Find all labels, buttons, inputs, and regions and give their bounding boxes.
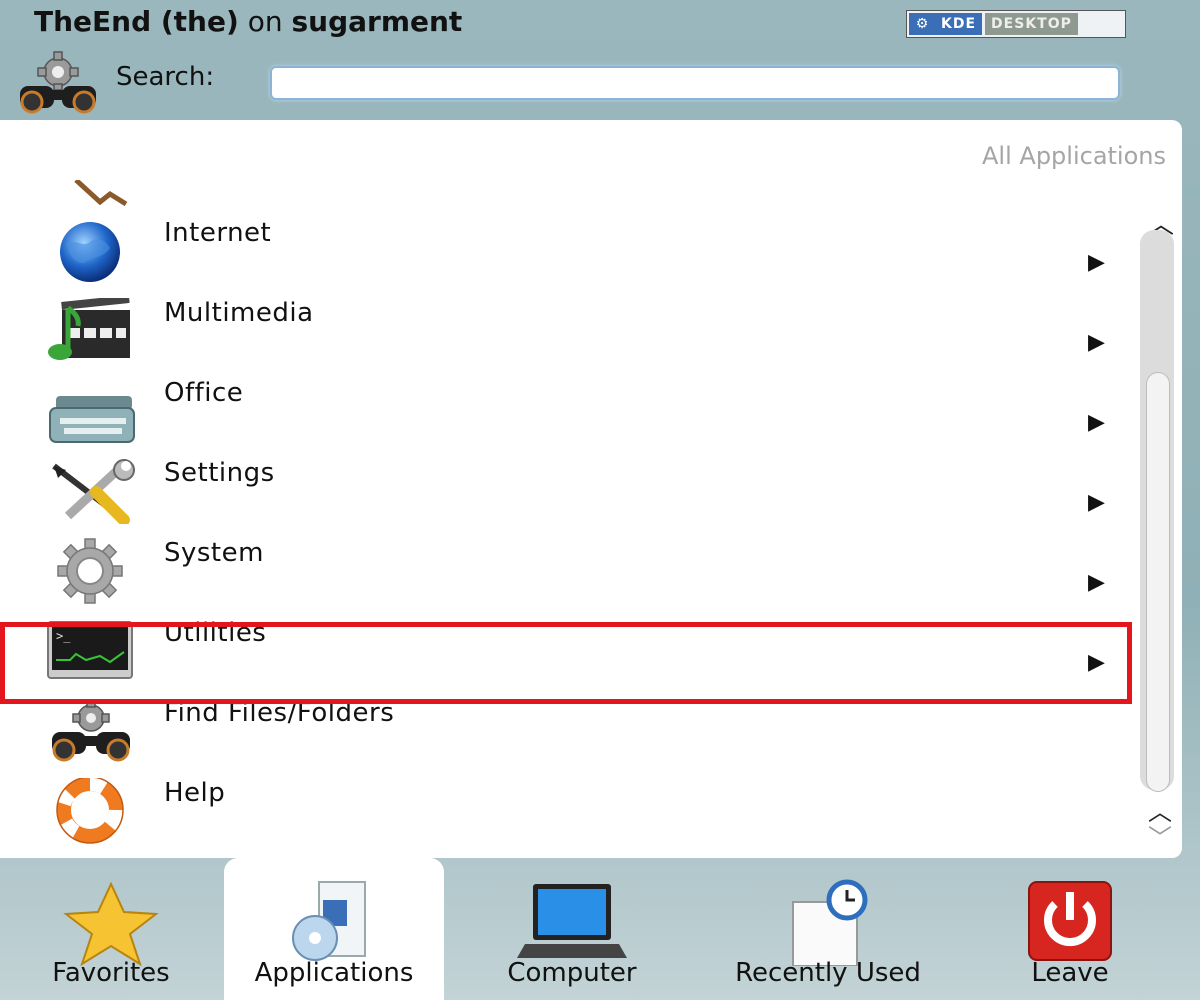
menu-item-find-files-folders[interactable]: Find Files/Folders xyxy=(0,690,1130,769)
menu-item-label: Settings xyxy=(164,458,275,488)
user-host-title: TheEnd (the) on sugarment xyxy=(34,4,462,40)
tab-label: Recently Used xyxy=(735,958,921,988)
tab-label: Applications xyxy=(254,958,414,988)
menu-item-multimedia[interactable]: Multimedia ▶ xyxy=(0,290,1130,369)
submenu-arrow-icon: ▶ xyxy=(1088,490,1105,515)
menu-item-system[interactable]: System ▶ xyxy=(0,530,1130,609)
applications-icon xyxy=(292,881,366,961)
clock-document-icon xyxy=(792,879,868,966)
laptop-icon xyxy=(517,884,627,958)
tab-computer[interactable]: Computer xyxy=(460,858,684,1000)
submenu-arrow-icon: ▶ xyxy=(1088,330,1105,355)
partial-hidden-icon xyxy=(74,180,128,207)
menu-item-label: Internet xyxy=(164,218,272,248)
launcher-tab-bar: Favorites Applications Computer Recently… xyxy=(0,858,1200,1000)
applications-panel: All Applications ︿ ︿ ﹀ Internet ▶ Multim… xyxy=(0,120,1182,858)
menu-item-settings[interactable]: Settings ▶ xyxy=(0,450,1130,529)
search-input[interactable] xyxy=(270,66,1120,100)
menu-item-label: Office xyxy=(164,378,244,408)
submenu-arrow-icon: ▶ xyxy=(1088,570,1105,595)
menu-item-label: Multimedia xyxy=(164,298,314,328)
host-name: sugarment xyxy=(291,5,463,38)
submenu-arrow-icon: ▶ xyxy=(1088,250,1105,275)
tab-applications[interactable]: Applications xyxy=(224,858,444,1000)
breadcrumb[interactable]: All Applications xyxy=(982,142,1166,170)
tab-leave[interactable]: Leave xyxy=(970,858,1170,1000)
desktop-badge-text: DESKTOP xyxy=(985,13,1078,35)
star-icon xyxy=(63,881,159,966)
kde-logo-icon: ⚙ xyxy=(909,13,935,35)
menu-item-label: Utilities xyxy=(164,618,267,648)
tab-favorites[interactable]: Favorites xyxy=(0,858,222,1000)
submenu-arrow-icon: ▶ xyxy=(1088,650,1105,675)
search-binoculars-icon xyxy=(20,51,96,114)
scrollbar-thumb[interactable] xyxy=(1146,372,1170,792)
typewriter-icon xyxy=(49,396,135,443)
menu-item-label: Help xyxy=(164,778,226,808)
power-icon xyxy=(1028,881,1112,961)
binoculars-icon xyxy=(52,699,130,762)
menu-item-internet[interactable]: Internet ▶ xyxy=(0,210,1130,289)
scroll-down-small-arrow[interactable]: ﹀ xyxy=(1148,818,1172,853)
kde-badge-text: KDE xyxy=(935,13,983,35)
menu-item-utilities[interactable]: >_ Utilities ▶ xyxy=(0,610,1130,689)
submenu-arrow-icon: ▶ xyxy=(1088,410,1105,435)
gear-icon xyxy=(57,538,123,604)
user-name: TheEnd (the) xyxy=(34,5,239,38)
kde-desktop-badge: ⚙ KDE DESKTOP xyxy=(906,10,1126,38)
launcher-header: TheEnd (the) on sugarment ⚙ KDE DESKTOP … xyxy=(0,0,1200,120)
on-text: on xyxy=(247,5,283,38)
menu-item-label: System xyxy=(164,538,264,568)
svg-text:>_: >_ xyxy=(56,629,71,643)
search-label: Search: xyxy=(116,62,215,92)
tab-recently-used[interactable]: Recently Used xyxy=(710,858,946,1000)
menu-item-office[interactable]: Office ▶ xyxy=(0,370,1130,449)
terminal-icon: >_ xyxy=(47,621,133,679)
menu-item-label: Find Files/Folders xyxy=(164,698,395,728)
tab-label: Favorites xyxy=(52,958,170,988)
multimedia-icon xyxy=(48,298,130,360)
tools-icon xyxy=(52,459,135,524)
menu-item-help[interactable]: Help xyxy=(0,770,1130,849)
lifebuoy-icon xyxy=(56,778,124,844)
globe-icon xyxy=(60,222,120,282)
tab-label: Computer xyxy=(507,958,637,988)
tab-label: Leave xyxy=(1031,958,1109,988)
